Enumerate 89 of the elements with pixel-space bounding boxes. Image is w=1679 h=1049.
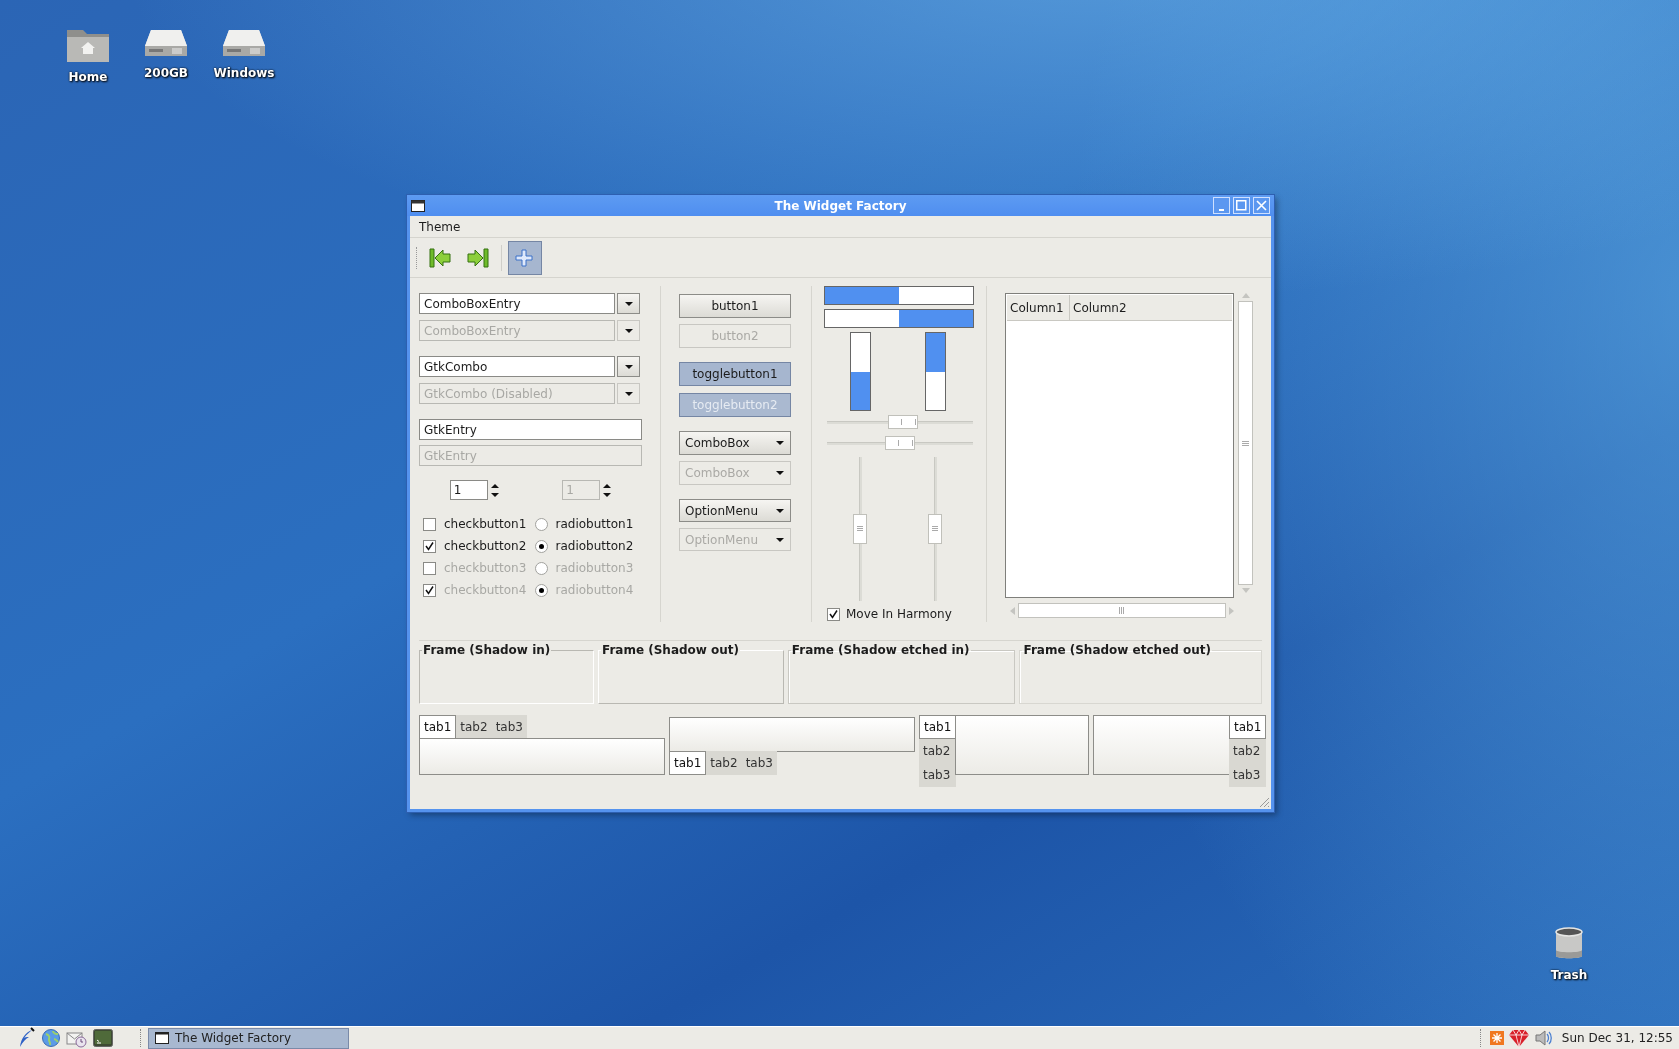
caret-icon bbox=[624, 301, 633, 306]
checkbox-label[interactable]: checkbutton2 bbox=[444, 539, 527, 553]
dropdown-button[interactable] bbox=[617, 293, 640, 314]
minimize-icon bbox=[1219, 208, 1224, 211]
spin-field[interactable]: 1 bbox=[449, 480, 488, 500]
toggle-button[interactable]: togglebutton1 bbox=[679, 362, 791, 386]
caret-icon bbox=[624, 328, 633, 333]
desktop-icon-label: Home bbox=[68, 70, 108, 84]
gem-icon[interactable] bbox=[1508, 1028, 1529, 1048]
combo-box[interactable]: ComboBox bbox=[679, 431, 791, 455]
combo-entry-field[interactable]: GtkCombo bbox=[419, 356, 615, 377]
caret-icon bbox=[776, 471, 784, 475]
terminal-icon[interactable] bbox=[93, 1029, 113, 1047]
window-menu-icon[interactable] bbox=[411, 199, 425, 212]
tab[interactable]: tab1 bbox=[919, 715, 956, 739]
desktop-icon-label: 200GB bbox=[143, 66, 188, 80]
frame-label: Frame (Shadow out) bbox=[600, 643, 741, 657]
checkbox[interactable] bbox=[827, 607, 840, 621]
combo-entry-field[interactable]: ComboBoxEntry bbox=[419, 293, 615, 314]
clock: Sun Dec 31, 12:55 bbox=[1561, 1031, 1673, 1045]
slider[interactable] bbox=[827, 436, 973, 450]
caret-icon bbox=[776, 441, 784, 445]
tab[interactable]: tab3 bbox=[491, 715, 527, 739]
frame-label: Frame (Shadow in) bbox=[422, 643, 552, 657]
slider-thumb[interactable] bbox=[888, 415, 919, 429]
toolbar-button[interactable] bbox=[508, 240, 542, 275]
spin-down-button[interactable] bbox=[603, 492, 612, 497]
vertical-scrollbar[interactable] bbox=[1238, 293, 1253, 593]
speaker-icon[interactable] bbox=[1533, 1029, 1554, 1047]
spin-down-button[interactable] bbox=[490, 492, 499, 497]
dropdown-button[interactable] bbox=[617, 356, 640, 377]
tab[interactable]: tab2 bbox=[456, 715, 492, 739]
dropdown-button[interactable] bbox=[617, 383, 640, 404]
menu-item[interactable]: Theme bbox=[416, 219, 464, 234]
caret-icon bbox=[776, 508, 784, 513]
task-button[interactable]: The Widget Factory bbox=[148, 1027, 349, 1049]
checkbox[interactable] bbox=[423, 539, 436, 553]
tab[interactable]: tab1 bbox=[669, 751, 707, 775]
slider-thumb[interactable] bbox=[853, 514, 867, 544]
radio-button[interactable] bbox=[534, 539, 548, 553]
radio-label[interactable]: radiobutton2 bbox=[555, 539, 634, 553]
tab[interactable]: tab2 bbox=[706, 751, 742, 775]
tab[interactable]: tab3 bbox=[919, 763, 956, 787]
maximize-icon bbox=[1236, 200, 1247, 211]
arrow-left-bar-icon bbox=[428, 246, 452, 269]
window-icon bbox=[155, 1032, 169, 1044]
slider-thumb[interactable] bbox=[928, 514, 942, 544]
option-menu[interactable]: OptionMenu bbox=[679, 499, 791, 522]
tab[interactable]: tab2 bbox=[1229, 739, 1266, 763]
slider[interactable] bbox=[827, 415, 973, 429]
close-icon bbox=[1256, 200, 1267, 211]
tab[interactable]: tab2 bbox=[919, 739, 956, 763]
column-header[interactable]: Column2 bbox=[1070, 295, 1232, 320]
sparkle-icon[interactable] bbox=[1489, 1031, 1504, 1045]
arrow-right-bar-icon bbox=[466, 246, 490, 269]
desktop-icon-label: Windows bbox=[213, 66, 275, 80]
caret-icon bbox=[624, 391, 633, 396]
text-field[interactable]: GtkEntry bbox=[419, 419, 642, 440]
tab[interactable]: tab1 bbox=[1229, 715, 1266, 739]
check-mark-icon bbox=[425, 585, 434, 595]
checkbox[interactable] bbox=[423, 517, 436, 531]
frame-label: Frame (Shadow etched in) bbox=[790, 643, 971, 657]
caret-icon bbox=[624, 364, 633, 369]
globe-icon[interactable] bbox=[41, 1028, 61, 1048]
slider[interactable] bbox=[853, 457, 867, 601]
slider[interactable] bbox=[928, 457, 942, 601]
push-button[interactable]: button1 bbox=[679, 294, 791, 318]
check-mark-icon bbox=[829, 609, 838, 619]
close-button[interactable] bbox=[1253, 197, 1270, 214]
spin-up-button[interactable] bbox=[603, 483, 612, 488]
caret-icon bbox=[776, 537, 784, 542]
dropdown-button[interactable] bbox=[617, 320, 640, 341]
desktop-icon-label: Trash bbox=[1550, 968, 1588, 982]
radio-label[interactable]: radiobutton1 bbox=[555, 517, 634, 531]
minimize-button[interactable] bbox=[1213, 197, 1230, 214]
slider-thumb[interactable] bbox=[885, 436, 915, 450]
spin-up-button[interactable] bbox=[490, 483, 499, 488]
frame-label: Frame (Shadow etched out) bbox=[1022, 643, 1213, 657]
resize-grip-icon bbox=[1258, 796, 1270, 808]
window-title: The Widget Factory bbox=[774, 198, 907, 213]
maximize-button[interactable] bbox=[1233, 197, 1250, 214]
column-header[interactable]: Column1 bbox=[1007, 295, 1070, 320]
checkbox-label[interactable]: checkbutton1 bbox=[444, 517, 527, 531]
checkbox-label[interactable]: Move In Harmony bbox=[846, 607, 952, 621]
tab[interactable]: tab1 bbox=[419, 715, 457, 739]
tab[interactable]: tab3 bbox=[1229, 763, 1266, 787]
check-mark-icon bbox=[425, 541, 434, 551]
radio-button[interactable] bbox=[534, 517, 548, 531]
tab[interactable]: tab3 bbox=[741, 751, 777, 775]
